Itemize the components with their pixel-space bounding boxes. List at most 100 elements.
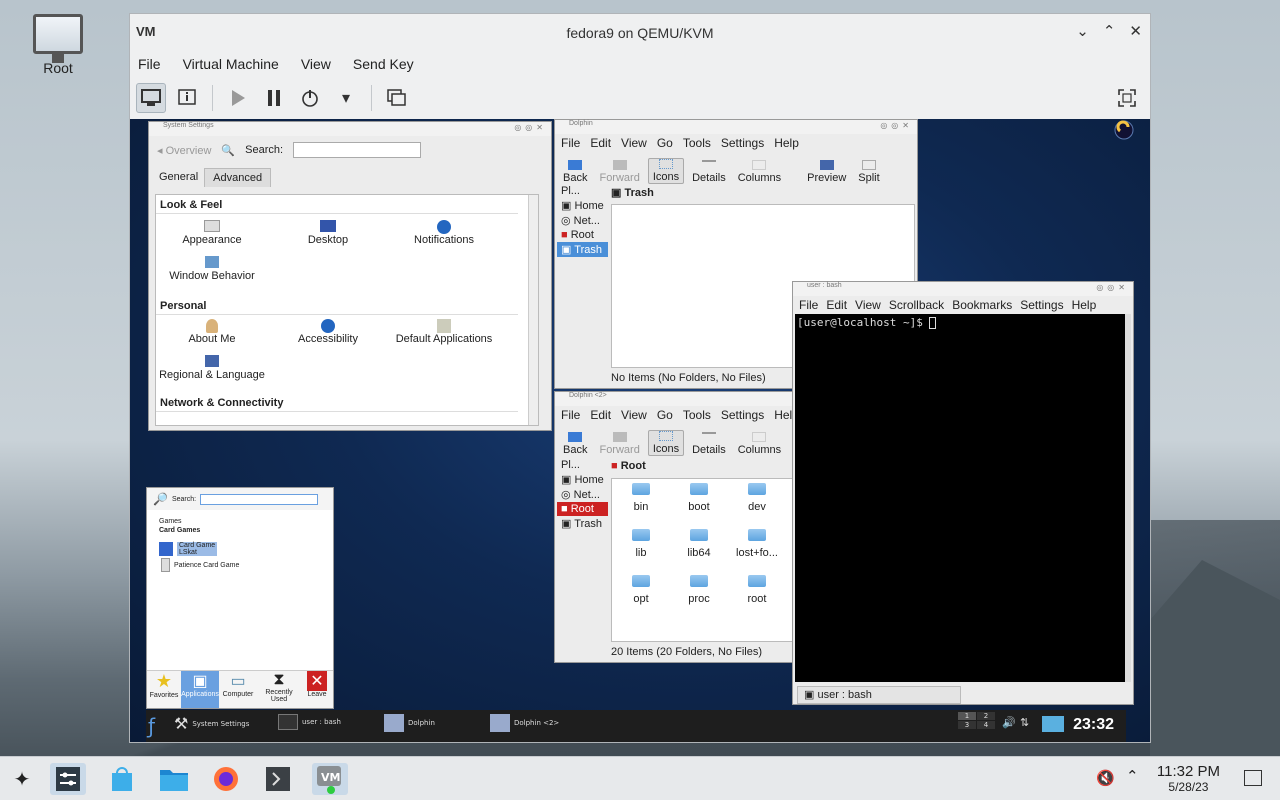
folder-lib[interactable]: lib [612, 529, 670, 559]
place-home[interactable]: ▣ Home [557, 198, 608, 213]
place-network[interactable]: ◎ Net... [557, 213, 608, 228]
kickoff-search-input[interactable] [200, 493, 319, 505]
place-root[interactable]: ■ Root [557, 502, 608, 516]
icons-view-button[interactable]: Icons [647, 158, 685, 184]
menu-view[interactable]: View [621, 136, 647, 150]
menu-help[interactable]: Help [774, 136, 799, 150]
dolphin2-titlebar[interactable]: Dolphin <2> [555, 392, 793, 406]
fullscreen-button[interactable] [1112, 83, 1142, 113]
appearance-item[interactable]: Appearance [156, 220, 268, 246]
folder-boot[interactable]: boot [670, 483, 728, 513]
show-desktop-icon[interactable] [1244, 770, 1262, 786]
menu-view[interactable]: View [301, 56, 331, 72]
menu-file[interactable]: File [799, 298, 818, 312]
firefox-launcher[interactable] [208, 763, 244, 795]
host-clock[interactable]: 11:32 PM 5/28/23 [1157, 763, 1220, 794]
split-button[interactable]: Split [854, 160, 883, 184]
desktop-icon-root[interactable]: Root [28, 14, 88, 76]
virt-manager-task[interactable]: VM [312, 763, 348, 795]
snapshots-button[interactable] [382, 83, 412, 113]
tab-leave[interactable]: ✕ Leave [301, 671, 333, 708]
place-home[interactable]: ▣ Home [557, 472, 608, 487]
folder-lib64[interactable]: lib64 [670, 529, 728, 559]
regional-language-item[interactable]: Regional & Language [156, 355, 268, 381]
scrollbar[interactable] [528, 195, 538, 425]
forward-button[interactable]: Forward [595, 432, 643, 456]
preview-button[interactable]: Preview [803, 160, 850, 184]
place-network[interactable]: ◎ Net... [557, 487, 608, 502]
menu-view[interactable]: View [855, 298, 881, 312]
window-controls[interactable]: ◎◎✕ [1096, 283, 1129, 292]
task-dolphin-2[interactable]: Dolphin <2> [490, 714, 559, 732]
menu-settings[interactable]: Settings [721, 136, 764, 150]
details-view-button[interactable] [172, 83, 202, 113]
vm-titlebar[interactable]: VM fedora9 on QEMU/KVM ⌄ ⌃ ✕ [130, 14, 1150, 52]
menu-view[interactable]: View [621, 408, 647, 422]
columns-view-button[interactable]: Columns [734, 160, 785, 184]
menu-file[interactable]: File [561, 136, 580, 150]
folder-root[interactable]: root [728, 575, 786, 605]
konsole-tab[interactable]: ▣ user : bash [797, 686, 961, 704]
menu-scrollback[interactable]: Scrollback [889, 298, 944, 312]
task-system-settings[interactable]: ⚒ System Settings [174, 714, 249, 733]
guest-display[interactable]: System Settings ◎◎✕ ◂ Overview 🔍 Search:… [130, 119, 1150, 742]
menu-settings[interactable]: Settings [721, 408, 764, 422]
guest-kmenu-button[interactable]: ƒ [148, 714, 155, 738]
default-applications-item[interactable]: Default Applications [388, 319, 500, 345]
shutdown-button[interactable] [295, 83, 325, 113]
terminal-scrollbar[interactable] [1125, 314, 1131, 682]
tab-recently-used[interactable]: ⧗ Recently Used [257, 671, 301, 708]
folder-dev[interactable]: dev [728, 483, 786, 513]
network-icon[interactable]: ⇅ [1020, 716, 1029, 729]
notifications-item[interactable]: Notifications [388, 220, 500, 246]
menu-settings[interactable]: Settings [1020, 298, 1063, 312]
back-button[interactable]: Back [559, 160, 591, 184]
pause-button[interactable] [259, 83, 289, 113]
chevron-up-icon[interactable]: ⌃ [1126, 767, 1139, 785]
tab-advanced[interactable]: Advanced [204, 168, 272, 187]
shutdown-menu-button[interactable]: ▾ [331, 83, 361, 113]
app-launcher-button[interactable]: ✦ [4, 763, 40, 795]
place-trash[interactable]: ▣ Trash [557, 516, 608, 531]
tab-general[interactable]: General [155, 168, 202, 187]
menu-virtual-machine[interactable]: Virtual Machine [183, 56, 279, 72]
back-button[interactable]: Back [559, 432, 591, 456]
menu-file[interactable]: File [138, 56, 161, 72]
about-me-item[interactable]: About Me [156, 319, 268, 345]
tab-computer[interactable]: ▭ Computer [219, 671, 257, 708]
console-view-button[interactable] [136, 82, 166, 113]
kickoff-breadcrumb[interactable]: Games [147, 510, 333, 525]
konsole-launcher[interactable] [260, 763, 296, 795]
menu-file[interactable]: File [561, 408, 580, 422]
task-user-bash[interactable]: user : bash [278, 714, 341, 730]
overview-button[interactable]: ◂ Overview [157, 144, 211, 157]
columns-view-button[interactable]: Columns [734, 432, 785, 456]
folder-proc[interactable]: proc [670, 575, 728, 605]
window-behavior-item[interactable]: Window Behavior [156, 256, 268, 282]
folder-opt[interactable]: opt [612, 575, 670, 605]
menu-edit[interactable]: Edit [590, 408, 611, 422]
run-button[interactable] [223, 83, 253, 113]
show-desktop-icon[interactable] [1042, 716, 1064, 732]
desktop-item[interactable]: Desktop [272, 220, 384, 246]
tab-applications[interactable]: ▣ Applications [181, 671, 219, 708]
close-icon[interactable]: ✕ [1129, 22, 1142, 40]
desktop-pager[interactable]: 1 2 3 4 [958, 712, 995, 729]
folder-lost-found[interactable]: lost+fo... [728, 529, 786, 559]
menu-edit[interactable]: Edit [826, 298, 847, 312]
menu-go[interactable]: Go [657, 408, 673, 422]
system-settings-titlebar[interactable]: System Settings ◎◎✕ [149, 122, 551, 136]
menu-help[interactable]: Help [1072, 298, 1097, 312]
place-trash[interactable]: ▣ Trash [557, 242, 608, 257]
guest-clock[interactable]: 23:32 [1073, 716, 1114, 734]
icons-view-button[interactable]: Icons [647, 430, 685, 456]
minimize-icon[interactable]: ⌄ [1076, 22, 1089, 40]
search-input[interactable] [293, 142, 422, 158]
menu-go[interactable]: Go [657, 136, 673, 150]
konsole-titlebar[interactable]: user : bash ◎◎✕ [793, 282, 1133, 296]
maximize-icon[interactable]: ⌃ [1103, 22, 1116, 40]
menu-send-key[interactable]: Send Key [353, 56, 414, 72]
system-settings-launcher[interactable] [50, 763, 86, 795]
menu-bookmarks[interactable]: Bookmarks [952, 298, 1012, 312]
menu-tools[interactable]: Tools [683, 408, 711, 422]
